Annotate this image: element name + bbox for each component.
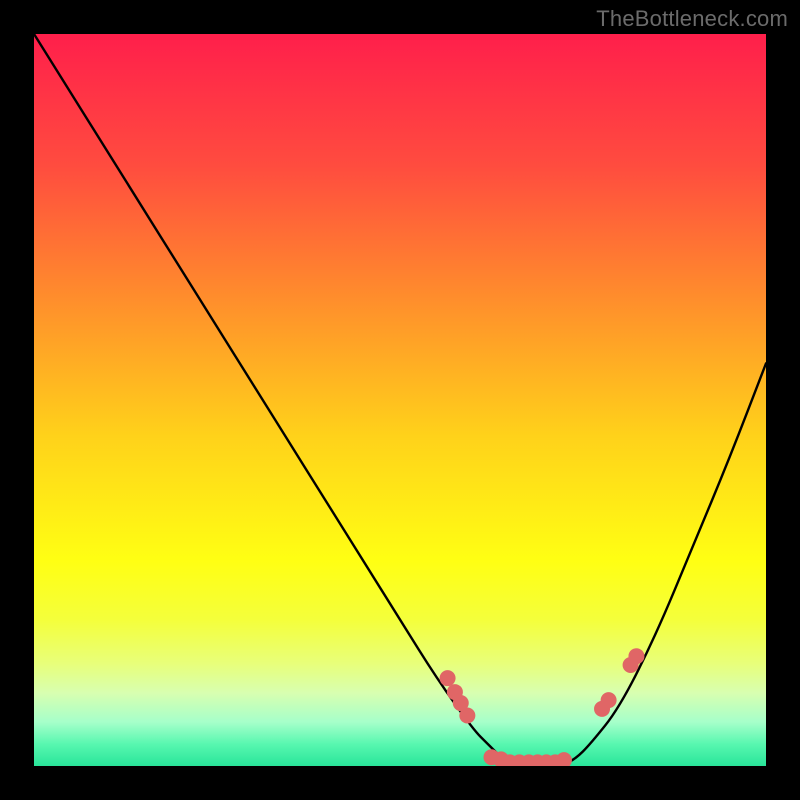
curve-dot (459, 707, 475, 723)
curve-dot (440, 670, 456, 686)
plot-area (34, 34, 766, 766)
attribution-text: TheBottleneck.com (596, 6, 788, 32)
bottleneck-curve (34, 34, 766, 766)
chart-frame: TheBottleneck.com (0, 0, 800, 800)
curve-layer (34, 34, 766, 766)
curve-dot (601, 692, 617, 708)
curve-dots (440, 648, 645, 766)
curve-dot (556, 752, 572, 766)
curve-dot (628, 648, 644, 664)
